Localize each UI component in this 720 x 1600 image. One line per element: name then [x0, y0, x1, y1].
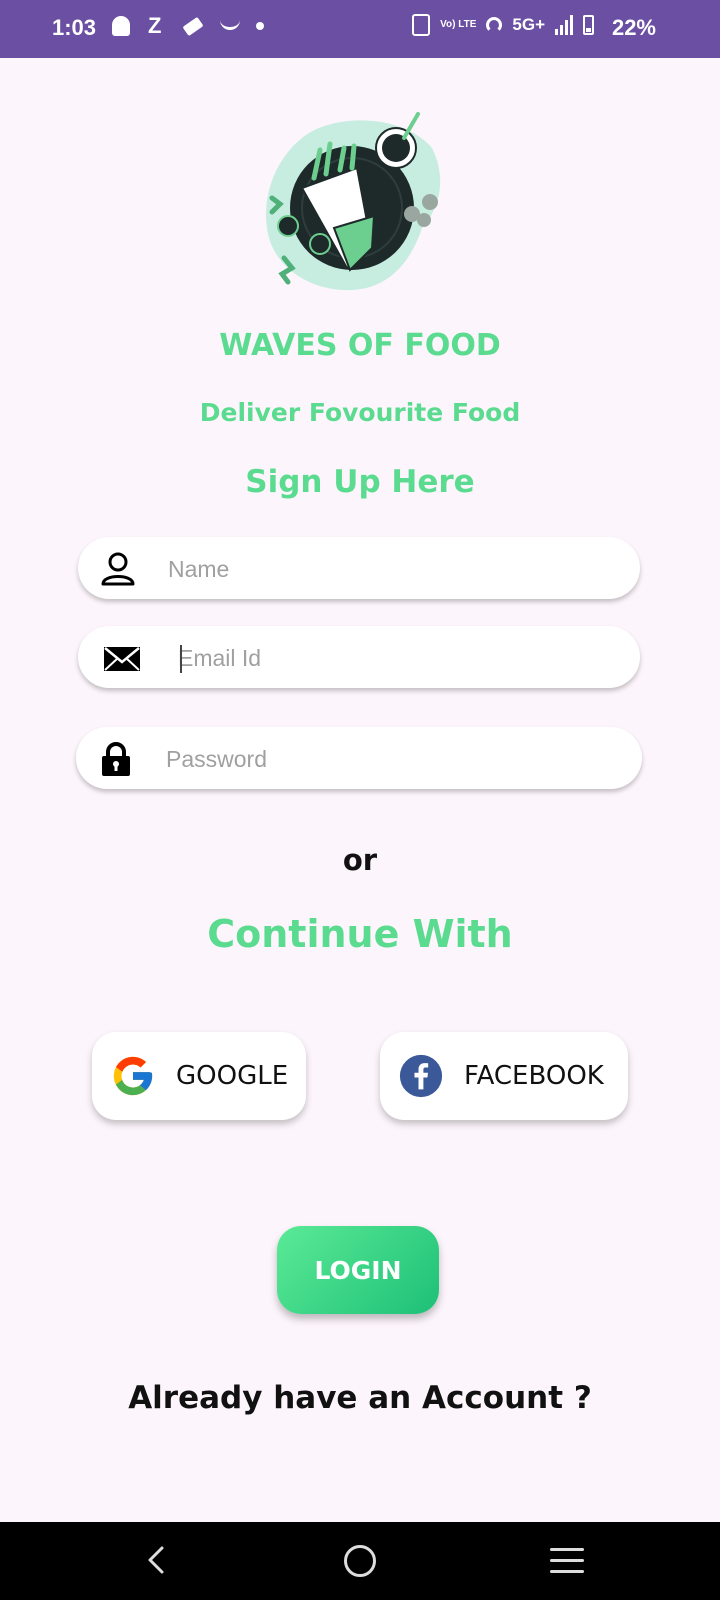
text-cursor [180, 645, 182, 673]
status-bar: 1:03 Z Vo) LTE 5G+ 22% [0, 0, 720, 58]
dot-icon [256, 14, 278, 38]
battery-percent: 22% [611, 15, 656, 40]
ticket-icon [182, 14, 206, 38]
user-icon [101, 552, 135, 586]
email-field[interactable] [78, 626, 640, 690]
google-button[interactable]: GOOGLE [92, 1032, 306, 1120]
signup-heading: Sign Up Here [245, 464, 475, 500]
password-input[interactable] [164, 727, 588, 791]
app-tagline: Deliver Fovourite Food [199, 398, 521, 427]
status-time: 1:03 [52, 15, 97, 40]
system-nav-bar [0, 1522, 720, 1600]
notification-icons: Z [112, 14, 278, 38]
volte-indicator: Vo) LTE [440, 19, 477, 30]
or-divider: or [342, 843, 378, 877]
password-field[interactable] [76, 727, 642, 791]
network-type: 5G+ [512, 15, 545, 34]
name-field[interactable] [78, 537, 640, 601]
vibrate-icon [412, 14, 431, 36]
z-icon: Z [148, 13, 162, 38]
recents-icon[interactable] [550, 1548, 584, 1581]
food-illustration [266, 112, 441, 291]
signal-icon [555, 15, 573, 35]
facebook-button-label: FACEBOOK [464, 1061, 604, 1091]
already-have-account-link[interactable]: Already have an Account ? [0, 1380, 720, 1432]
hotspot-icon [486, 17, 503, 33]
mail-icon [104, 647, 140, 671]
google-button-label: GOOGLE [176, 1061, 289, 1091]
lock-icon [102, 742, 130, 776]
battery-icon [583, 15, 594, 35]
home-icon[interactable] [344, 1545, 376, 1577]
google-icon [113, 1056, 153, 1096]
continue-with-heading: Continue With [207, 912, 513, 956]
amazon-icon [220, 14, 242, 38]
name-input[interactable] [166, 537, 590, 601]
login-button[interactable]: LOGIN [277, 1226, 439, 1314]
facebook-button[interactable]: FACEBOOK [380, 1032, 628, 1120]
snapchat-icon [112, 14, 134, 38]
facebook-icon [399, 1054, 443, 1098]
back-icon[interactable] [140, 1542, 176, 1578]
app-title: WAVES OF FOOD [219, 328, 501, 363]
email-input[interactable] [176, 626, 600, 690]
